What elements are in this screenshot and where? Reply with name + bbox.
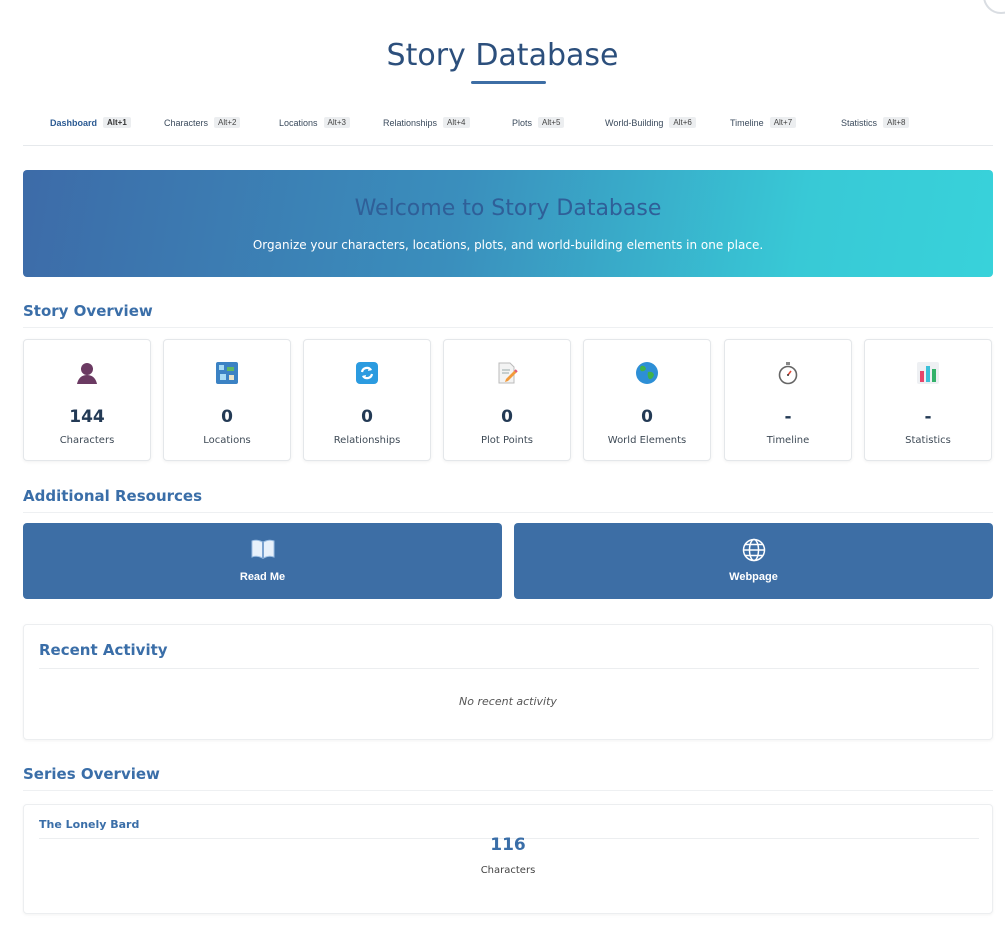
stat-value: 0 bbox=[641, 407, 653, 427]
stat-card-plot-points[interactable]: 0 Plot Points bbox=[443, 339, 571, 461]
story-overview-heading: Story Overview bbox=[23, 302, 993, 328]
stat-label: Locations bbox=[203, 435, 251, 446]
nav-tab-label: Characters bbox=[164, 117, 209, 128]
corner-ring-decoration bbox=[983, 0, 1005, 14]
nav-tab-plots[interactable]: Plots Alt+5 bbox=[512, 117, 565, 128]
globe-lines-icon bbox=[514, 538, 993, 562]
stat-value: 0 bbox=[501, 407, 513, 427]
nav-tab-locations[interactable]: Locations Alt+3 bbox=[279, 117, 350, 128]
nav-tab-timeline[interactable]: Timeline Alt+7 bbox=[730, 117, 797, 128]
bar-chart-icon bbox=[865, 360, 991, 386]
nav-tab-label: Dashboard bbox=[50, 117, 98, 128]
stat-value: 0 bbox=[361, 407, 373, 427]
stat-card-locations[interactable]: 0 Locations bbox=[163, 339, 291, 461]
open-book-icon bbox=[23, 538, 502, 560]
stat-value: - bbox=[784, 407, 792, 427]
recent-activity-heading: Recent Activity bbox=[39, 641, 979, 669]
stat-value: - bbox=[924, 407, 932, 427]
title-underline bbox=[471, 81, 546, 84]
shortcut-badge: Alt+4 bbox=[443, 117, 470, 128]
series-card[interactable]: The Lonely Bard 116 Characters bbox=[23, 804, 993, 914]
nav-tab-label: Relationships bbox=[383, 117, 438, 128]
page-title: Story Database bbox=[386, 38, 619, 73]
stat-label: Relationships bbox=[333, 435, 401, 446]
stat-label: Timeline bbox=[766, 435, 810, 446]
nav-tab-label: World-Building bbox=[605, 117, 664, 128]
shortcut-badge: Alt+5 bbox=[538, 117, 565, 128]
webpage-label: Webpage bbox=[729, 571, 778, 583]
cycle-arrows-icon bbox=[304, 360, 430, 386]
nav-tab-dashboard[interactable]: Dashboard Alt+1 bbox=[50, 117, 131, 128]
stat-card-relationships[interactable]: 0 Relationships bbox=[303, 339, 431, 461]
stat-label: World Elements bbox=[607, 435, 687, 446]
series-overview-heading: Series Overview bbox=[23, 765, 993, 791]
globe-icon bbox=[584, 360, 710, 386]
stopwatch-icon bbox=[725, 360, 851, 386]
series-count-label: Characters bbox=[480, 865, 536, 876]
additional-resources-heading: Additional Resources bbox=[23, 487, 993, 513]
nav-tab-statistics[interactable]: Statistics Alt+8 bbox=[841, 117, 910, 128]
stat-card-timeline[interactable]: - Timeline bbox=[724, 339, 852, 461]
nav-tab-relationships[interactable]: Relationships Alt+4 bbox=[383, 117, 470, 128]
stat-value: 144 bbox=[69, 407, 105, 427]
empty-state-text: No recent activity bbox=[459, 695, 557, 708]
shortcut-badge: Alt+2 bbox=[214, 117, 241, 128]
person-icon bbox=[24, 360, 150, 386]
memo-icon bbox=[444, 360, 570, 386]
stat-card-characters[interactable]: 144 Characters bbox=[23, 339, 151, 461]
nav-tab-label: Timeline bbox=[730, 117, 764, 128]
stat-label: Characters bbox=[59, 435, 115, 446]
shortcut-badge: Alt+3 bbox=[323, 117, 350, 128]
nav-tab-characters[interactable]: Characters Alt+2 bbox=[164, 117, 241, 128]
stat-value: 0 bbox=[221, 407, 233, 427]
stat-card-statistics[interactable]: - Statistics bbox=[864, 339, 992, 461]
shortcut-badge: Alt+6 bbox=[669, 117, 696, 128]
series-character-count: 116 bbox=[490, 835, 526, 855]
recent-activity-panel: Recent Activity No recent activity bbox=[23, 624, 993, 740]
shortcut-badge: Alt+7 bbox=[769, 117, 797, 128]
stat-label: Statistics bbox=[905, 435, 951, 446]
stat-card-world-elements[interactable]: 0 World Elements bbox=[583, 339, 711, 461]
shortcut-badge: Alt+8 bbox=[883, 117, 910, 128]
nav-tab-label: Statistics bbox=[841, 117, 878, 128]
nav-tab-label: Plots bbox=[512, 117, 533, 128]
welcome-banner: Welcome to Story Database Organize your … bbox=[23, 170, 993, 277]
nav-tab-label: Locations bbox=[279, 117, 318, 128]
shortcut-badge: Alt+1 bbox=[103, 117, 131, 128]
webpage-button[interactable]: Webpage bbox=[514, 523, 993, 599]
banner-title: Welcome to Story Database bbox=[354, 196, 662, 221]
main-nav: Dashboard Alt+1 Characters Alt+2 Locatio… bbox=[23, 112, 993, 146]
read-me-button[interactable]: Read Me bbox=[23, 523, 502, 599]
banner-subtitle: Organize your characters, locations, plo… bbox=[252, 238, 764, 252]
read-me-label: Read Me bbox=[239, 571, 286, 583]
map-icon bbox=[164, 360, 290, 386]
stat-label: Plot Points bbox=[480, 435, 534, 446]
nav-tab-world-building[interactable]: World-Building Alt+6 bbox=[605, 117, 696, 128]
